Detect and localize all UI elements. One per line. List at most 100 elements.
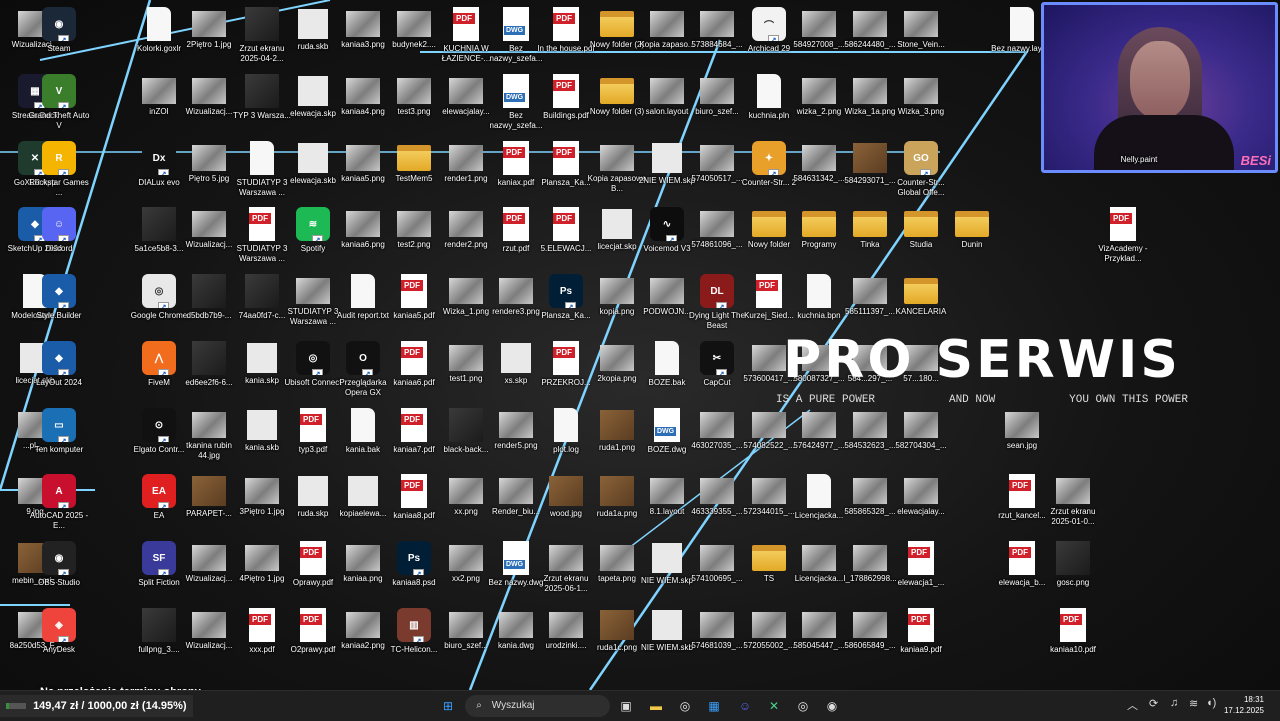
image-thumbnail-icon [346, 11, 380, 37]
image-thumbnail-icon [298, 76, 328, 106]
image-thumbnail-icon [700, 11, 734, 37]
clock[interactable]: 18:31 17.12.2025 [1224, 694, 1264, 716]
image-thumbnail-icon [700, 545, 734, 571]
desktop-icon[interactable]: ▭ Ten komputer [26, 406, 92, 470]
image-thumbnail-icon [192, 211, 226, 237]
folder-icon [955, 211, 989, 237]
folder-icon [600, 78, 634, 104]
pdf-icon [756, 274, 782, 308]
image-thumbnail-icon [752, 412, 786, 438]
desktop-icon[interactable]: KANCELARIA [888, 272, 954, 336]
pdf-icon [300, 608, 326, 642]
webcam-tag: BESi [1240, 153, 1271, 168]
desktop-icon[interactable]: GO Counter-Str... Global Offe... [888, 139, 954, 203]
image-thumbnail-icon [192, 476, 226, 506]
app-icon: GO [904, 141, 938, 175]
image-thumbnail-icon [192, 545, 226, 571]
desktop-icon-label: Zrzut ekranu 2025-01-0... [1050, 507, 1096, 526]
document-icon [1010, 7, 1034, 41]
app-icon: ◆ [42, 341, 76, 375]
desktop-icon[interactable]: kaniaa10.pdf [1040, 606, 1106, 670]
start-taskbar-icon[interactable]: ⊞ [437, 695, 459, 717]
image-thumbnail-icon [298, 9, 328, 39]
desktop-icon[interactable]: gosc.png [1040, 539, 1106, 603]
desktop-icon[interactable]: Wizka_3.png [888, 72, 954, 136]
image-thumbnail-icon [904, 478, 938, 504]
image-thumbnail-icon [853, 278, 887, 304]
desktop-icon-label: KANCELARIA [895, 307, 947, 316]
image-thumbnail-icon [802, 78, 836, 104]
desktop-icon[interactable]: ◉ Steam [26, 5, 92, 69]
desktop-icon-label: Dunin [961, 240, 983, 249]
volume-icon[interactable]: ◖) [1206, 697, 1216, 709]
desktop-icon-nelly-paint[interactable]: Nelly.paint [1106, 155, 1172, 219]
search-box[interactable]: ⌕ Wyszukaj [465, 695, 610, 717]
image-thumbnail-icon [853, 143, 887, 173]
chevron-up-icon[interactable]: ︿ [1127, 697, 1138, 713]
app-icon: ◎ [296, 341, 330, 375]
image-thumbnail-icon [298, 143, 328, 173]
folder-icon [802, 211, 836, 237]
desktop-icon[interactable]: elewacja1_... [888, 539, 954, 603]
desktop-icon[interactable]: A AutoCAD 2025 - E... [26, 472, 92, 536]
desktop-icon[interactable]: R Rockstar Games ... [26, 139, 92, 203]
image-thumbnail-icon [600, 145, 634, 171]
app-icon: O [346, 341, 380, 375]
image-thumbnail-icon [802, 545, 836, 571]
desktop-icon[interactable]: sean.jpg [989, 406, 1055, 470]
task-view-taskbar-icon[interactable]: ▣ [615, 695, 637, 717]
chrome-2-taskbar-icon[interactable]: ◎ [792, 695, 814, 717]
image-thumbnail-icon [348, 476, 378, 506]
pdf-icon [1060, 608, 1086, 642]
wifi-icon[interactable]: ≋ [1189, 697, 1198, 710]
dwg-file-icon [503, 74, 529, 108]
image-thumbnail-icon [700, 145, 734, 171]
desktop-icon[interactable]: ◆ LayOut 2024 [26, 339, 92, 403]
image-thumbnail-icon [245, 478, 279, 504]
image-thumbnail-icon [600, 410, 634, 440]
image-thumbnail-icon [346, 612, 380, 638]
app-icon: ☺ [42, 207, 76, 241]
desktop-icon-label: 582704304_... [895, 441, 947, 450]
image-thumbnail-icon [700, 78, 734, 104]
app-icon: ◉ [42, 541, 76, 575]
image-thumbnail-icon [752, 612, 786, 638]
desktop-icon[interactable]: ◈ AnyDesk [26, 606, 92, 670]
desktop-icon[interactable]: kaniaa9.pdf [888, 606, 954, 670]
desktop-icon-label: Discord [45, 244, 73, 253]
desktop-icon[interactable]: elewacjalay... [888, 472, 954, 536]
desktop-icon[interactable]: V Grand Theft Auto V [26, 72, 92, 136]
desktop-icon[interactable]: ◉ OBS Studio [26, 539, 92, 603]
image-thumbnail-icon [752, 478, 786, 504]
discord-taskbar-icon[interactable]: ☺ [734, 695, 756, 717]
file-explorer-taskbar-icon[interactable]: ▬ [645, 695, 667, 717]
desktop-icon[interactable]: Dunin [939, 205, 1005, 269]
pdf-icon [553, 7, 579, 41]
dwg-file-icon [503, 541, 529, 575]
microphone-icon[interactable]: ♫ [1170, 697, 1178, 709]
desktop-icon[interactable]: Zrzut ekranu 2025-01-0... [1040, 472, 1106, 536]
pro-serwis-banner: PRO SERWIS IS A PURE POWER AND NOW YOU O… [776, 330, 1188, 406]
image-thumbnail-icon [853, 612, 887, 638]
obs-taskbar-icon[interactable]: ◉ [821, 695, 843, 717]
store-taskbar-icon[interactable]: ▦ [703, 695, 725, 717]
dwg-file-icon [654, 408, 680, 442]
desktop-icon[interactable]: 582704304_... [888, 406, 954, 470]
image-thumbnail-icon [346, 211, 380, 237]
image-thumbnail-icon [247, 343, 277, 373]
image-thumbnail-icon [700, 478, 734, 504]
image-thumbnail-icon [449, 78, 483, 104]
app-icon: R [42, 141, 76, 175]
image-thumbnail-icon [650, 478, 684, 504]
chrome-taskbar-icon[interactable]: ◎ [674, 695, 696, 717]
image-thumbnail-icon [142, 207, 176, 241]
desktop-icon[interactable]: ◆ Style Builder [26, 272, 92, 336]
goxlr-taskbar-icon[interactable]: ✕ [763, 695, 785, 717]
desktop-icon[interactable]: Stone_Vein... [888, 5, 954, 69]
app-icon: ⌒ [752, 7, 786, 41]
folder-icon [397, 145, 431, 171]
pdf-icon [908, 541, 934, 575]
desktop-icon[interactable]: ☺ Discord [26, 205, 92, 269]
sync-icon[interactable]: ⟳ [1149, 697, 1158, 710]
budget-widget[interactable]: 149,47 zł / 1000,00 zł (14.95%) [0, 695, 193, 717]
